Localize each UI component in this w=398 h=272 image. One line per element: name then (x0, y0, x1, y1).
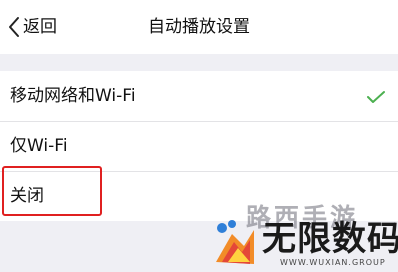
brand-logo-icon (210, 218, 260, 272)
navigation-bar: 返回 自动播放设置 (0, 0, 398, 54)
watermark-url: WWW.WUXIAN.GROUP (280, 258, 386, 267)
option-off[interactable]: 关闭 (0, 171, 398, 221)
option-label: 移动网络和Wi-Fi (10, 86, 136, 106)
checkmark-icon (366, 89, 386, 108)
watermark-main-text: 无限数码 (262, 219, 398, 259)
option-label: 关闭 (10, 186, 44, 206)
autoplay-options-list: 移动网络和Wi-Fi 仅Wi-Fi 关闭 (0, 71, 398, 221)
option-mobile-and-wifi[interactable]: 移动网络和Wi-Fi (0, 71, 398, 121)
page-title: 自动播放设置 (148, 17, 250, 37)
option-label: 仅Wi-Fi (10, 136, 68, 156)
option-wifi-only[interactable]: 仅Wi-Fi (0, 121, 398, 171)
